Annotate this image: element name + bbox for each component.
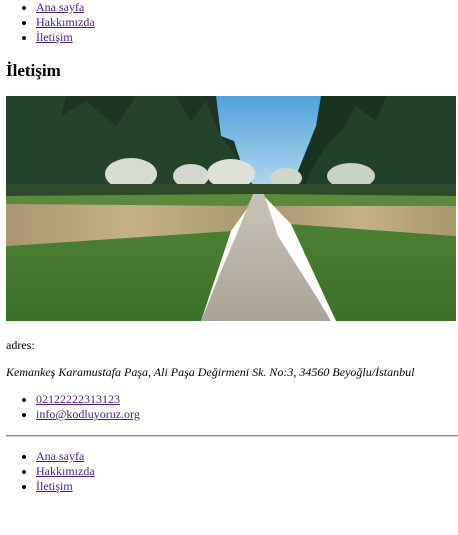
nav-link-home[interactable]: Ana sayfa (36, 0, 84, 14)
header-nav: Ana sayfa Hakkımızda İletişim (6, 0, 452, 45)
page-title: İletişim (6, 61, 61, 80)
contact-item-phone: 02122222313123 (36, 392, 452, 407)
nav-item-contact: İletişim (36, 30, 452, 45)
footer-link-home[interactable]: Ana sayfa (36, 449, 84, 463)
phone-link[interactable]: 02122222313123 (36, 392, 120, 406)
hero-image (6, 96, 456, 321)
footer-nav-item-about: Hakkımızda (36, 464, 452, 479)
address-text: Kemankeş Karamustafa Paşa, Ali Paşa Deği… (6, 365, 415, 379)
footer-nav: Ana sayfa Hakkımızda İletişim (6, 449, 452, 494)
footer-link-contact[interactable]: İletişim (36, 479, 73, 493)
email-link[interactable]: info@kodluyoruz.org (36, 407, 140, 421)
nav-link-about[interactable]: Hakkımızda (36, 15, 95, 29)
contact-item-email: info@kodluyoruz.org (36, 407, 452, 422)
divider (6, 435, 458, 437)
nav-item-home: Ana sayfa (36, 0, 452, 15)
address-label: adres: (6, 338, 35, 352)
footer-link-about[interactable]: Hakkımızda (36, 464, 95, 478)
contact-list: 02122222313123 info@kodluyoruz.org (6, 392, 452, 422)
page: Ana sayfa Hakkımızda İletişim İletişim (0, 0, 458, 494)
footer-nav-item-home: Ana sayfa (36, 449, 452, 464)
nav-link-contact[interactable]: İletişim (36, 30, 73, 44)
footer-nav-item-contact: İletişim (36, 479, 452, 494)
nav-item-about: Hakkımızda (36, 15, 452, 30)
